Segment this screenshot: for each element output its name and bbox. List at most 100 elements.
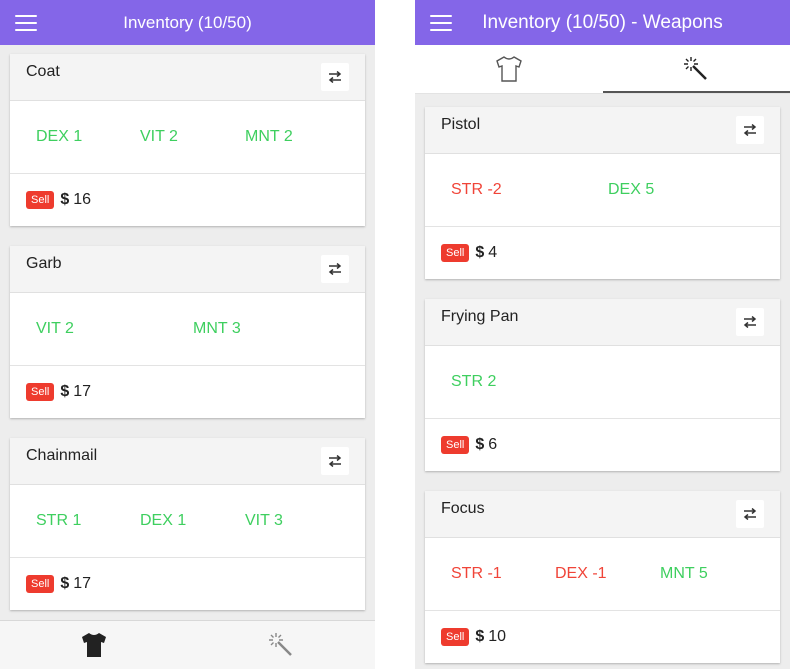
stat-label: MNT 5 bbox=[660, 565, 708, 582]
item-stats: VIT 2 MNT 3 bbox=[10, 293, 365, 366]
item-card-header: Garb bbox=[10, 246, 365, 293]
item-name: Pistol bbox=[441, 116, 481, 133]
price-value: 16 bbox=[73, 191, 92, 208]
item-name: Garb bbox=[26, 255, 62, 272]
currency-symbol: $ bbox=[475, 244, 485, 261]
page-title: Inventory (10/50) bbox=[123, 12, 252, 32]
price-value: 6 bbox=[488, 436, 498, 453]
swap-button[interactable] bbox=[736, 308, 764, 336]
item-price: $6 bbox=[475, 436, 497, 454]
item-price: $17 bbox=[60, 575, 91, 593]
bottom-tab-bar bbox=[0, 620, 375, 669]
item-card: Garb VIT 2 MNT 3 Sell $17 bbox=[10, 246, 365, 418]
swap-icon bbox=[328, 71, 342, 83]
stat-label: DEX -1 bbox=[555, 565, 607, 582]
item-stats: STR -2 DEX 5 bbox=[425, 154, 780, 227]
item-card-header: Frying Pan bbox=[425, 299, 780, 346]
item-list: Coat DEX 1 VIT 2 MNT 2 Sell $16 Garb VIT… bbox=[0, 45, 375, 610]
magic-wand-icon bbox=[269, 633, 293, 656]
swap-icon bbox=[743, 508, 757, 520]
stat-label: VIT 3 bbox=[245, 512, 283, 529]
currency-symbol: $ bbox=[60, 191, 70, 208]
item-name: Focus bbox=[441, 500, 485, 517]
shirt-icon bbox=[81, 633, 106, 657]
tab-armor[interactable] bbox=[415, 45, 603, 93]
item-stats: DEX 1 VIT 2 MNT 2 bbox=[10, 101, 365, 174]
price-value: 17 bbox=[73, 575, 92, 592]
shirt-icon bbox=[495, 56, 522, 82]
swap-icon bbox=[743, 316, 757, 328]
currency-symbol: $ bbox=[475, 628, 485, 645]
menu-icon[interactable] bbox=[430, 15, 452, 31]
item-card-footer: Sell $10 bbox=[425, 611, 780, 663]
item-card-header: Coat bbox=[10, 54, 365, 101]
swap-icon bbox=[743, 124, 757, 136]
item-card: Chainmail STR 1 DEX 1 VIT 3 Sell $17 bbox=[10, 438, 365, 610]
item-price: $10 bbox=[475, 628, 506, 646]
swap-button[interactable] bbox=[736, 500, 764, 528]
swap-button[interactable] bbox=[736, 116, 764, 144]
stat-label: DEX 5 bbox=[608, 181, 655, 198]
stat-label: STR 2 bbox=[451, 373, 497, 390]
item-price: $4 bbox=[475, 244, 497, 262]
item-card: Coat DEX 1 VIT 2 MNT 2 Sell $16 bbox=[10, 54, 365, 226]
item-card-footer: Sell $6 bbox=[425, 419, 780, 471]
item-card: Pistol STR -2 DEX 5 Sell $4 bbox=[425, 107, 780, 279]
item-card: Frying Pan STR 2 Sell $6 bbox=[425, 299, 780, 471]
stat-label: MNT 2 bbox=[245, 128, 293, 145]
price-value: 17 bbox=[73, 383, 92, 400]
item-card-header: Chainmail bbox=[10, 438, 365, 485]
item-card-header: Focus bbox=[425, 491, 780, 538]
swap-button[interactable] bbox=[321, 447, 349, 475]
tab-armor[interactable] bbox=[0, 621, 188, 669]
swap-button[interactable] bbox=[321, 255, 349, 283]
stat-label: STR -2 bbox=[451, 181, 502, 198]
currency-symbol: $ bbox=[60, 575, 70, 592]
sell-button[interactable]: Sell bbox=[441, 436, 470, 454]
panel-divider bbox=[375, 0, 415, 669]
item-list: Pistol STR -2 DEX 5 Sell $4 Frying Pan S… bbox=[415, 94, 790, 663]
item-card-footer: Sell $17 bbox=[10, 558, 365, 610]
item-stats: STR 1 DEX 1 VIT 3 bbox=[10, 485, 365, 558]
page-title: Inventory (10/50) - Weapons bbox=[482, 11, 723, 33]
stat-label: STR 1 bbox=[36, 512, 82, 529]
swap-icon bbox=[328, 455, 342, 467]
sell-button[interactable]: Sell bbox=[26, 575, 55, 593]
item-card-footer: Sell $17 bbox=[10, 366, 365, 418]
item-stats: STR -1 DEX -1 MNT 5 bbox=[425, 538, 780, 611]
currency-symbol: $ bbox=[475, 436, 485, 453]
tab-weapons[interactable] bbox=[602, 45, 790, 93]
currency-symbol: $ bbox=[60, 383, 70, 400]
magic-wand-icon bbox=[684, 57, 708, 80]
swap-button[interactable] bbox=[321, 63, 349, 91]
item-price: $16 bbox=[60, 191, 91, 209]
item-stats: STR 2 bbox=[425, 346, 780, 419]
item-card: Focus STR -1 DEX -1 MNT 5 Sell $10 bbox=[425, 491, 780, 663]
inventory-panel-right: Inventory (10/50) - Weapons Pistol STR -… bbox=[415, 0, 790, 669]
item-price: $17 bbox=[60, 383, 91, 401]
item-card-header: Pistol bbox=[425, 107, 780, 154]
menu-icon[interactable] bbox=[15, 15, 37, 31]
price-value: 10 bbox=[488, 628, 507, 645]
sell-button[interactable]: Sell bbox=[441, 244, 470, 262]
item-name: Chainmail bbox=[26, 447, 98, 464]
inventory-panel-left: Inventory (10/50) Coat DEX 1 VIT 2 MNT 2… bbox=[0, 0, 375, 669]
sell-button[interactable]: Sell bbox=[26, 383, 55, 401]
price-value: 4 bbox=[488, 244, 498, 261]
category-tabs bbox=[415, 45, 790, 94]
sell-button[interactable]: Sell bbox=[26, 191, 55, 209]
stat-label: STR -1 bbox=[451, 565, 502, 582]
item-name: Coat bbox=[26, 63, 60, 80]
tab-weapons[interactable] bbox=[188, 621, 376, 669]
app-bar: Inventory (10/50) bbox=[0, 0, 375, 45]
stat-label: DEX 1 bbox=[36, 128, 83, 145]
sell-button[interactable]: Sell bbox=[441, 628, 470, 646]
swap-icon bbox=[328, 263, 342, 275]
item-card-footer: Sell $16 bbox=[10, 174, 365, 226]
stat-label: VIT 2 bbox=[140, 128, 178, 145]
stat-label: VIT 2 bbox=[36, 320, 74, 337]
app-bar: Inventory (10/50) - Weapons bbox=[415, 0, 790, 45]
stat-label: DEX 1 bbox=[140, 512, 187, 529]
item-name: Frying Pan bbox=[441, 308, 519, 325]
item-card-footer: Sell $4 bbox=[425, 227, 780, 279]
